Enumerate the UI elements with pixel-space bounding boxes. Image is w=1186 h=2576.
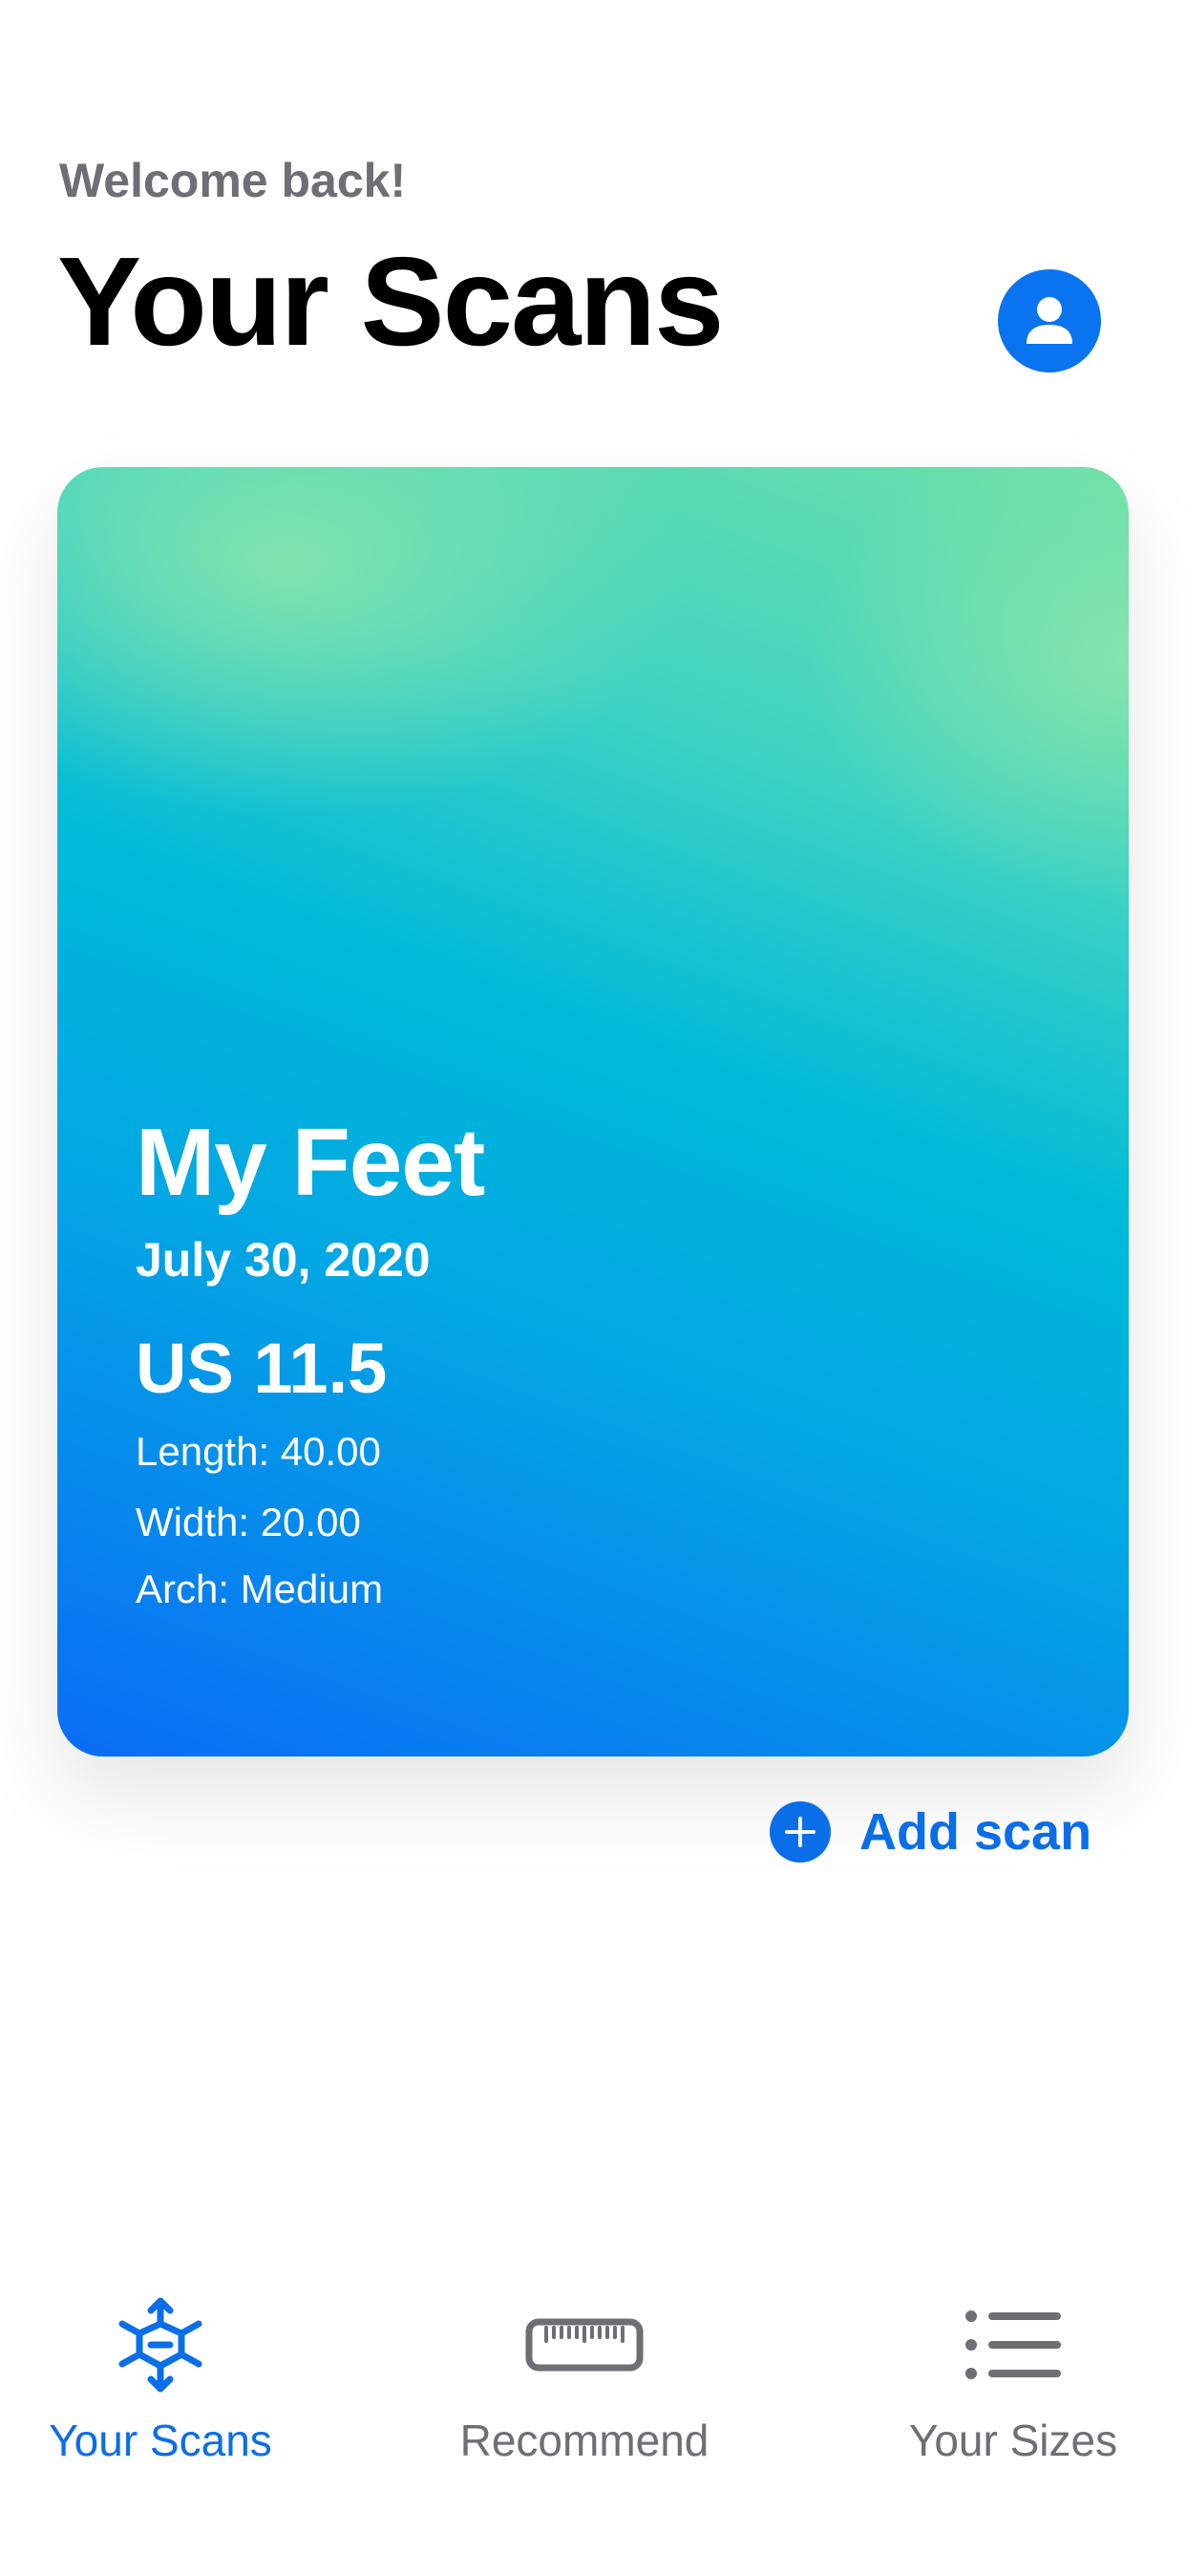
profile-button[interactable]	[998, 269, 1101, 373]
scan-cube-icon	[94, 2292, 227, 2397]
scan-size: US 11.5	[136, 1329, 388, 1408]
scan-date: July 30, 2020	[136, 1233, 431, 1287]
tab-your-scans-label: Your Scans	[49, 2416, 272, 2465]
your-scans-screen: Welcome back! Your Scans My Feet July 30…	[0, 0, 1186, 2576]
tab-your-sizes[interactable]: Your Sizes	[875, 2292, 1152, 2466]
scan-length: Length: 40.00	[136, 1429, 381, 1474]
tab-your-sizes-label: Your Sizes	[908, 2416, 1118, 2465]
tab-recommend[interactable]: Recommend	[441, 2292, 728, 2466]
plus-circle-icon	[770, 1801, 831, 1863]
person-icon	[1027, 297, 1072, 344]
list-icon	[946, 2292, 1080, 2397]
page-title: Your Scans	[57, 231, 724, 372]
scan-arch: Arch: Medium	[136, 1566, 384, 1611]
welcome-text: Welcome back!	[59, 154, 407, 207]
add-scan-label: Add scan	[859, 1803, 1092, 1861]
scan-name: My Feet	[136, 1109, 485, 1216]
tab-bar: Your Scans Recommend Your Sizes	[0, 2292, 1186, 2576]
scan-width: Width: 20.00	[136, 1500, 361, 1544]
add-scan-button[interactable]: Add scan	[770, 1799, 1091, 1864]
tab-your-scans[interactable]: Your Scans	[27, 2292, 294, 2466]
tab-recommend-label: Recommend	[459, 2416, 709, 2465]
ruler-icon	[518, 2292, 651, 2397]
